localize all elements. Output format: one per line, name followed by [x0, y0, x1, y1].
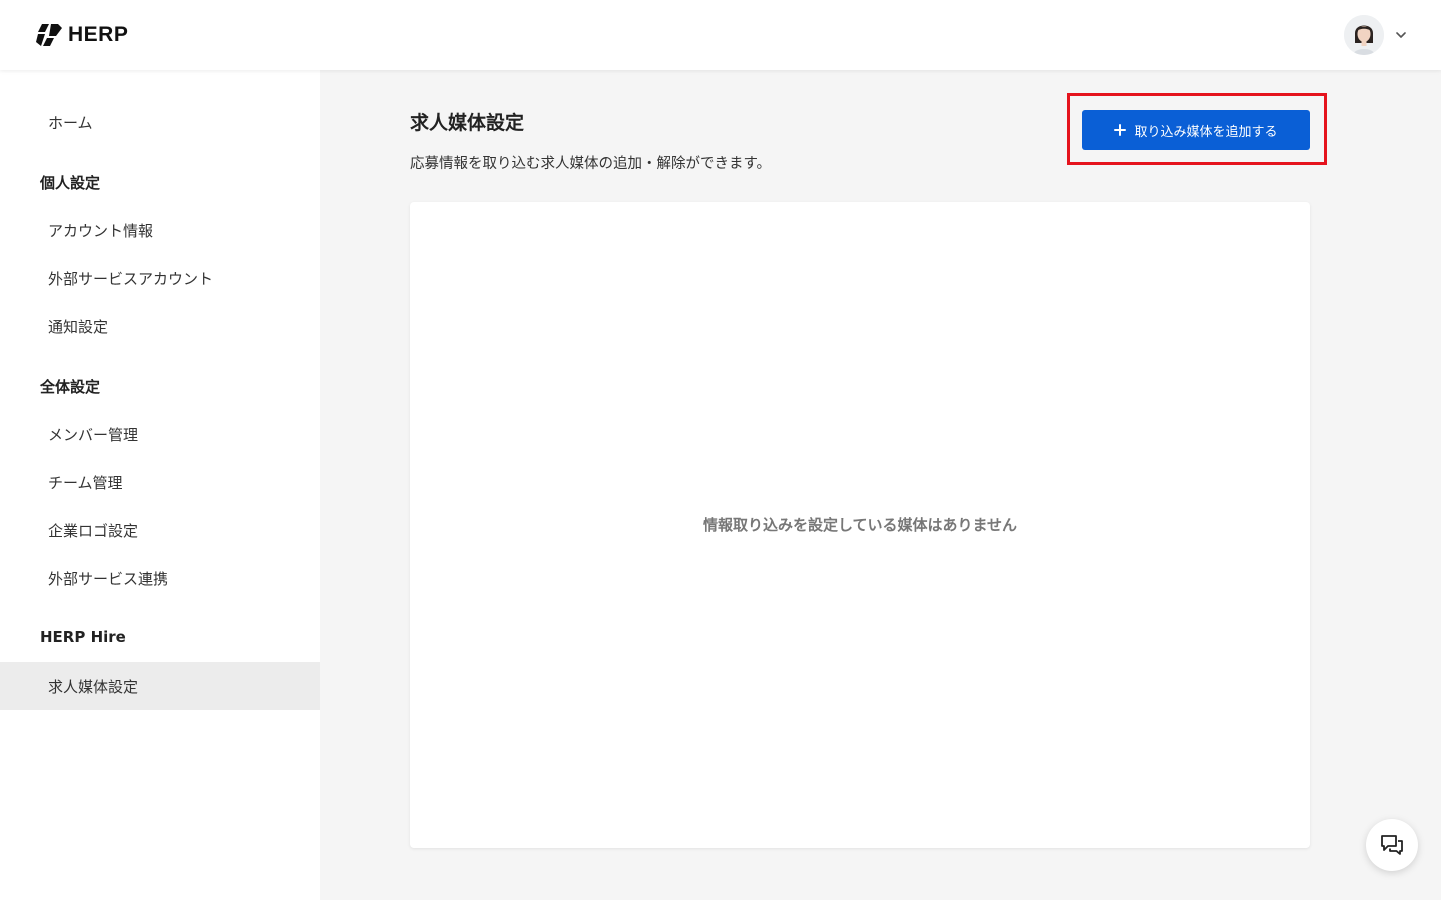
media-list-card: 情報取り込みを設定している媒体はありません [410, 202, 1310, 848]
sidebar-item-external-service-account[interactable]: 外部サービスアカウント [0, 254, 320, 302]
chat-icon [1381, 835, 1403, 855]
empty-state-message: 情報取り込みを設定している媒体はありません [702, 516, 1018, 534]
sidebar-heading-personal: 個人設定 [40, 174, 101, 192]
add-media-button[interactable]: 取り込み媒体を追加する [1082, 110, 1310, 150]
sidebar-item-external-service-integration[interactable]: 外部サービス連携 [0, 554, 320, 602]
page-title: 求人媒体設定 [410, 112, 525, 134]
sidebar-item-company-logo[interactable]: 企業ロゴ設定 [0, 506, 320, 554]
sidebar-item-account-info[interactable]: アカウント情報 [0, 206, 320, 254]
sidebar-item-member-management[interactable]: メンバー管理 [0, 410, 320, 458]
sidebar-item-job-media-settings[interactable]: 求人媒体設定 [0, 662, 320, 710]
avatar-image [1344, 15, 1384, 55]
sidebar-item-notification-settings[interactable]: 通知設定 [0, 302, 320, 350]
sidebar-heading-herp-hire: HERP Hire [40, 628, 126, 646]
avatar[interactable] [1344, 15, 1384, 55]
logo-text: HERP [68, 23, 129, 46]
add-media-button-label: 取り込み媒体を追加する [1134, 124, 1278, 140]
sidebar-item-team-management[interactable]: チーム管理 [0, 458, 320, 506]
sidebar-heading-global: 全体設定 [40, 378, 101, 396]
sidebar: ホーム 個人設定 アカウント情報 外部サービスアカウント 通知設定 全体設定 メ… [0, 70, 320, 900]
page-description: 応募情報を取り込む求人媒体の追加・解除ができます。 [410, 156, 772, 172]
chat-button[interactable] [1366, 819, 1418, 871]
user-menu[interactable] [1344, 15, 1408, 55]
herp-logo[interactable]: HERP [36, 22, 128, 48]
top-bar: HERP [0, 0, 1441, 70]
plus-icon [1114, 124, 1127, 136]
sidebar-item-home[interactable]: ホーム [0, 98, 320, 146]
chevron-down-icon[interactable] [1394, 28, 1408, 42]
herp-logo-icon [36, 24, 62, 46]
